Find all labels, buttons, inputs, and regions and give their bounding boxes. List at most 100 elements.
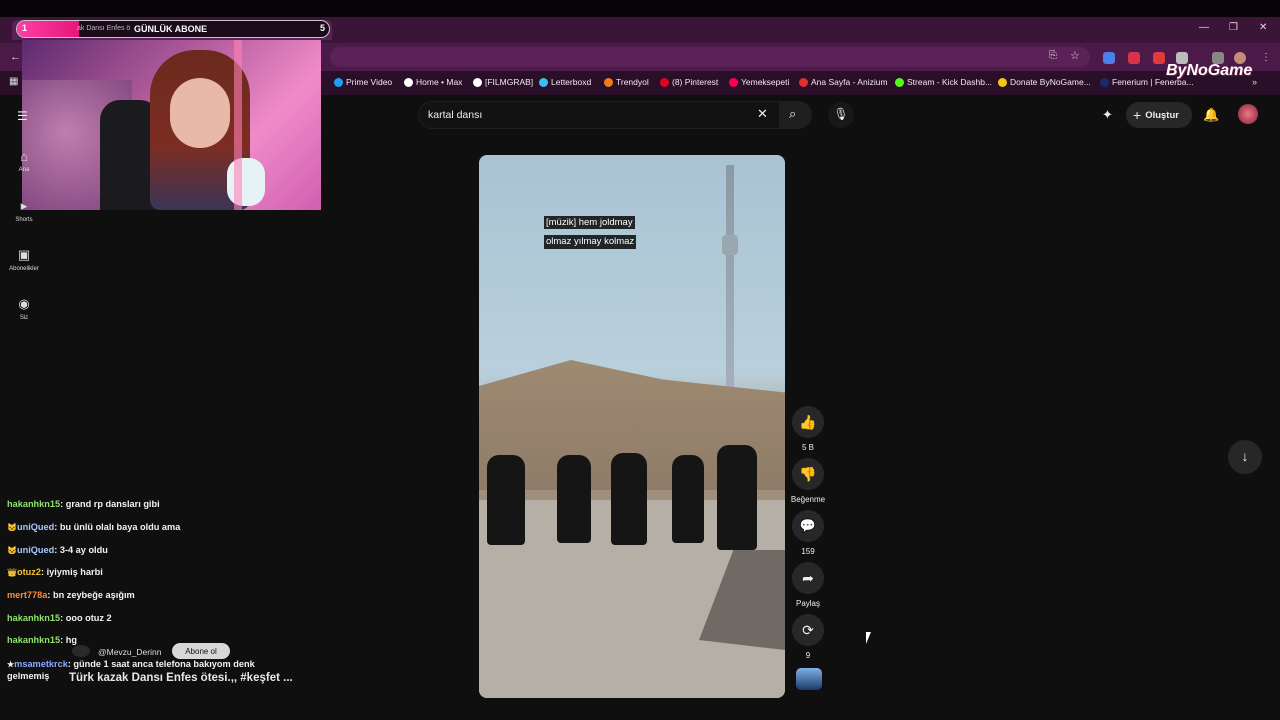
bookmark-label: Stream - Kick Dashb... <box>907 77 993 87</box>
bookmark-label: [FILMGRAB] <box>485 77 534 87</box>
favicon-icon <box>604 77 613 87</box>
bookmark-item[interactable]: Letterboxd <box>539 77 591 87</box>
goal-end: 5 <box>319 23 325 33</box>
close-window-icon[interactable]: ✕ <box>1259 22 1267 33</box>
bookmark-item[interactable]: Donate ByNoGame... <box>998 77 1091 87</box>
bookmark-label: Home • Max <box>416 77 463 87</box>
remix-button[interactable]: ⟳ 9 <box>792 614 824 660</box>
dancer <box>487 455 525 545</box>
shorts-video-player[interactable]: [müzik] hem joldmay olmaz yılmay kolmaz <box>479 155 785 698</box>
bookmark-item[interactable]: Stream - Kick Dashb... <box>895 77 992 87</box>
apps-grid-icon[interactable]: ▦ <box>9 76 18 87</box>
bynogame-logo: ByNoGame <box>1166 62 1253 79</box>
chat-text: : bu ünlü olalı baya oldu ama <box>54 522 181 532</box>
sidebar-item-you[interactable]: ◉ Siz <box>0 296 48 321</box>
bookmark-item[interactable]: Trendyol <box>604 77 649 87</box>
bookmark-item[interactable]: Ana Sayfa - Anizium <box>799 77 888 87</box>
microphone <box>227 158 265 206</box>
dislike-label: Beğenme <box>790 495 826 504</box>
create-button[interactable]: + Oluştur <box>1126 102 1192 128</box>
chat-message: hakanhkn15: grand rp dansları gibi <box>7 499 160 509</box>
voice-search-icon[interactable]: 🎙 <box>828 102 854 128</box>
audio-thumbnail[interactable] <box>796 668 822 690</box>
account-avatar[interactable] <box>1238 104 1258 124</box>
dancer <box>557 455 591 543</box>
bookmark-label: (8) Pinterest <box>672 77 719 87</box>
bookmark-item[interactable]: [FILMGRAB] <box>473 77 533 87</box>
extension-icon[interactable] <box>1128 52 1140 64</box>
bookmark-label: Ana Sayfa - Anizium <box>811 77 888 87</box>
chat-username: msametkrck <box>14 659 68 669</box>
chat-text: : hg <box>60 635 77 645</box>
home-icon: ⌂ <box>20 149 28 164</box>
next-short-button[interactable]: ↓ <box>1228 440 1262 474</box>
remix-icon: ⟳ <box>802 621 814 638</box>
bookmark-label: Letterboxd <box>551 77 592 87</box>
favicon-icon <box>334 77 343 87</box>
channel-handle[interactable]: @Mevzu_Derinn <box>98 647 161 657</box>
subtitles: [müzik] hem joldmay olmaz yılmay kolmaz <box>544 211 637 249</box>
chat-username: uniQued <box>16 545 55 555</box>
dancer <box>672 455 704 543</box>
share-button[interactable]: ➦ Paylaş <box>788 562 828 608</box>
chat-message: hakanhkn15: hg <box>7 635 77 645</box>
like-button[interactable]: 👍 5 B <box>792 406 824 452</box>
comments-button[interactable]: 💬 159 <box>792 510 824 556</box>
translate-extension-icon[interactable] <box>1103 52 1115 64</box>
extension-icon[interactable] <box>1153 52 1165 64</box>
favicon-icon <box>473 77 482 87</box>
url-field[interactable] <box>330 47 1090 67</box>
bookmark-item[interactable]: Yemeksepeti <box>729 77 789 87</box>
create-button-label: Oluştur <box>1145 109 1179 121</box>
chat-text: : ooo otuz 2 <box>60 613 112 623</box>
chat-username: hakanhkn15 <box>7 635 61 645</box>
minimize-icon[interactable]: — <box>1199 22 1209 33</box>
goal-label: GÜNLÜK ABONE <box>134 24 208 34</box>
bookmark-item[interactable]: (8) Pinterest <box>660 77 718 87</box>
title-bar <box>0 0 1280 17</box>
clear-search-icon[interactable]: ✕ <box>757 106 768 122</box>
sidebar-item-shorts[interactable]: ▸ Shorts <box>0 198 48 223</box>
bookmark-label: Yemeksepeti <box>741 77 790 87</box>
thumbs-down-icon: 👎 <box>799 465 817 482</box>
chat-message: 👑otuz2: iyiymiş harbi <box>7 567 103 577</box>
chat-username: hakanhkn15 <box>7 613 61 623</box>
hamburger-menu-icon[interactable]: ☰ <box>17 109 28 123</box>
sidebar-item-home[interactable]: ⌂ Ana <box>0 149 48 173</box>
mouse-cursor-icon <box>866 632 871 644</box>
bookmark-item[interactable]: Home • Max <box>404 77 462 87</box>
bookmark-item[interactable]: Prime Video <box>334 77 392 87</box>
maximize-icon[interactable]: ❐ <box>1229 22 1238 33</box>
back-icon[interactable]: ← <box>10 51 21 63</box>
sidebar-item-label: Ana <box>18 167 30 173</box>
subscribe-button[interactable]: Abone ol <box>172 643 230 659</box>
search-button[interactable]: ⌕ <box>780 101 812 129</box>
bookmark-star-icon[interactable]: ☆ <box>1070 49 1080 62</box>
chat-message: 🐱uniQued: bu ünlü olalı baya oldu ama <box>7 522 181 532</box>
bookmark-label: Trendyol <box>616 77 649 87</box>
sidebar-item-label: Shorts <box>15 217 33 223</box>
dislike-button[interactable]: 👎 Beğenme <box>788 458 828 504</box>
install-app-icon[interactable]: ⎘ <box>1049 50 1057 61</box>
favicon-icon <box>660 77 669 87</box>
sidebar-item-subscriptions[interactable]: ▣ Abonelikler <box>0 247 48 272</box>
share-arrow-icon: ➦ <box>802 569 814 586</box>
dancer <box>611 453 647 545</box>
sidebar-item-label: Siz <box>19 315 29 321</box>
favicon-icon <box>1100 77 1109 87</box>
tab-title-fragment: ak Dansı Enfes ö <box>77 25 131 32</box>
menu-kebab-icon[interactable]: ⋮ <box>1261 52 1271 63</box>
search-query: kartal dansı <box>428 109 483 121</box>
search-icon: ⌕ <box>789 106 797 121</box>
chevron-right-icon[interactable]: » <box>1252 77 1257 87</box>
shorts-icon: ▸ <box>20 198 28 213</box>
you-icon: ◉ <box>18 296 30 311</box>
chat-badge-icon: 👑 <box>7 568 17 577</box>
cast-icon[interactable]: ✦ <box>1102 107 1113 123</box>
channel-avatar[interactable] <box>72 645 90 657</box>
chat-username: uniQued <box>16 522 55 532</box>
chat-text: : bn zeybeğe aşığım <box>47 590 135 600</box>
chat-text: : iyiymiş harbi <box>40 567 103 577</box>
tv-tower-pod <box>722 235 738 255</box>
notifications-bell-icon[interactable]: 🔔 <box>1203 107 1219 123</box>
